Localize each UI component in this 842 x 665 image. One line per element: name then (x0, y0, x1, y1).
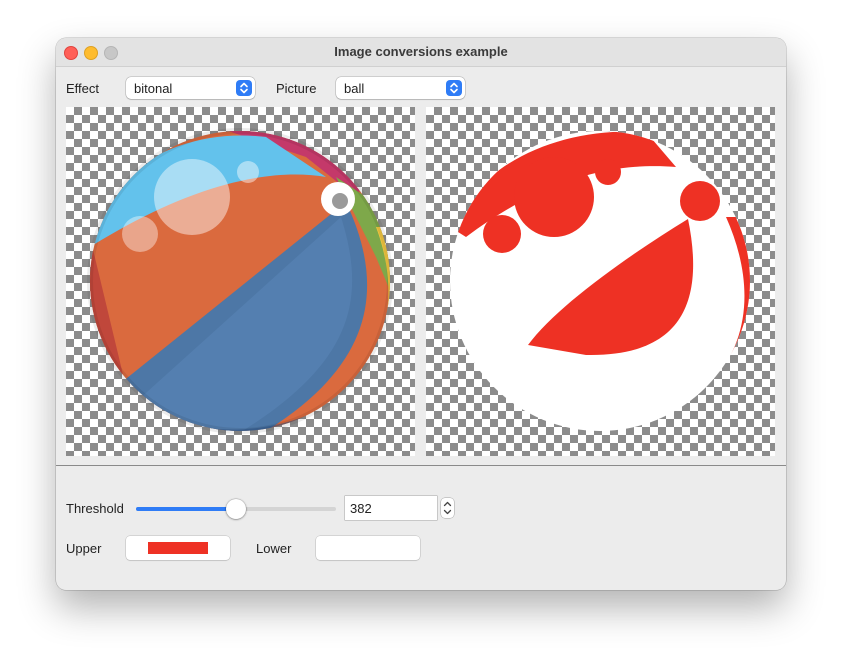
lower-color-well[interactable] (316, 536, 420, 560)
beach-ball-image (87, 128, 393, 434)
title-bar: Image conversions example (56, 38, 786, 67)
threshold-slider-knob[interactable] (226, 499, 246, 519)
effect-popup[interactable]: bitonal (126, 77, 255, 99)
effect-label: Effect (66, 81, 100, 96)
effect-popup-value: bitonal (134, 81, 173, 96)
source-image-view (66, 107, 415, 456)
result-image-view (426, 107, 775, 456)
threshold-value-field[interactable]: 382 (345, 496, 437, 520)
threshold-value: 382 (350, 501, 372, 516)
threshold-label: Threshold (66, 501, 124, 516)
app-window: Image conversions example Effect bitonal… (56, 38, 786, 590)
upper-color-swatch (148, 542, 208, 554)
lower-label: Lower (256, 541, 292, 556)
picture-popup[interactable]: ball (336, 77, 465, 99)
stepper-icon[interactable] (441, 498, 454, 518)
picture-label: Picture (276, 81, 317, 96)
up-down-chevron-icon (236, 80, 252, 96)
threshold-slider-fill (136, 507, 236, 511)
upper-color-well[interactable] (126, 536, 230, 560)
up-down-chevron-icon (446, 80, 462, 96)
lower-color-swatch (338, 542, 398, 554)
threshold-slider[interactable] (136, 499, 336, 519)
separator (56, 465, 786, 466)
window-title: Image conversions example (334, 44, 508, 59)
bitonal-ball-image (450, 131, 750, 431)
picture-popup-value: ball (344, 81, 365, 96)
upper-label: Upper (66, 541, 102, 556)
